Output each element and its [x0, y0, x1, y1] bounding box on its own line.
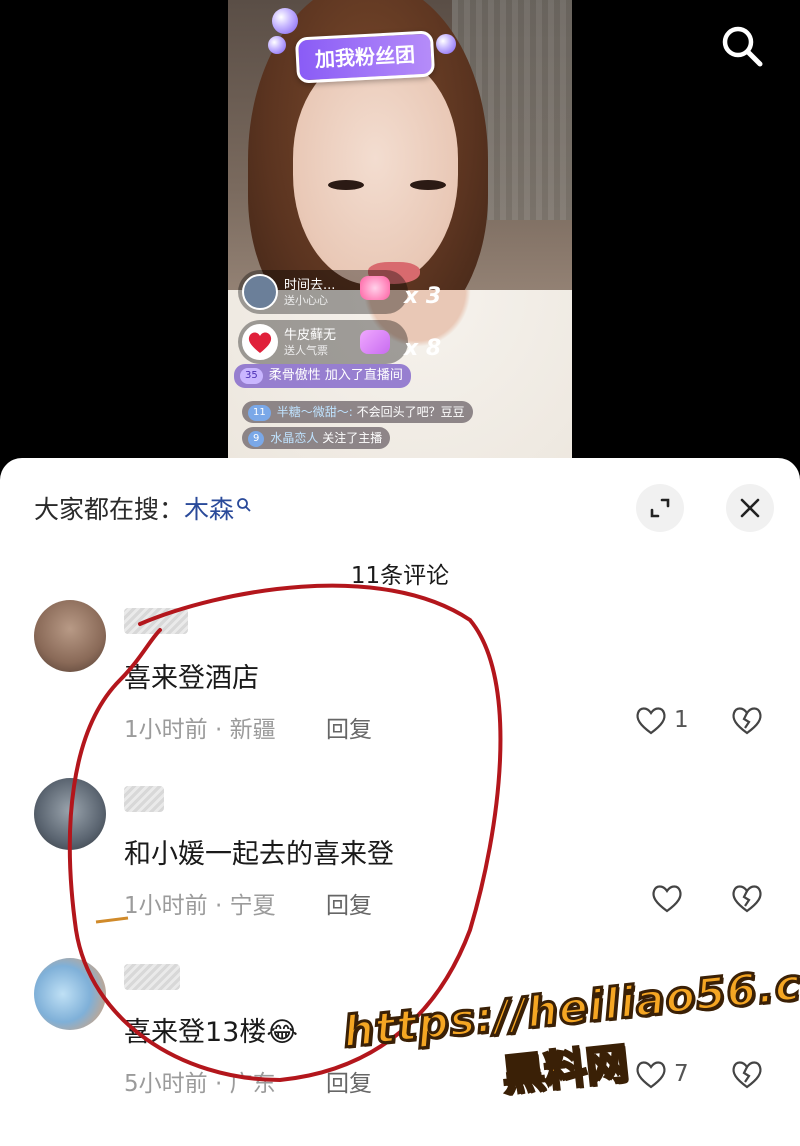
comment-text: 喜来登酒店: [124, 663, 259, 694]
chat-text: 关注了主播: [322, 431, 383, 445]
broken-heart-icon: [732, 1061, 762, 1089]
chat-text: 不会回头了吧？豆豆: [356, 405, 465, 419]
live-video-area[interactable]: 加我粉丝团 时间去... 送小心心 x 3 牛皮藓无 送人气票 x 8 35 柔骨…: [0, 0, 800, 470]
close-icon: [740, 498, 760, 518]
disco-ball-icon: [268, 36, 286, 54]
like-button[interactable]: 7: [634, 1058, 689, 1094]
expand-icon: [650, 498, 670, 518]
gift-action: 送人气票: [284, 344, 328, 357]
username-blurred[interactable]: [124, 608, 188, 634]
comment-meta: 1小时前 · 宁夏: [124, 893, 276, 919]
ticket-gift-icon: [360, 330, 390, 354]
like-count: 7: [674, 1061, 689, 1087]
reply-button[interactable]: 回复: [326, 886, 372, 920]
comment-meta: 5小时前 · 广东: [124, 1071, 276, 1097]
level-badge: 35: [240, 367, 263, 384]
avatar[interactable]: [34, 958, 106, 1030]
level-badge: 11: [248, 404, 271, 421]
heart-avatar-icon: [242, 324, 278, 360]
gift-count: x 8: [404, 336, 442, 361]
comment-panel-header: 大家都在搜：木森: [0, 458, 800, 558]
comment-item: 喜来登酒店 1小时前 · 新疆 回复 1: [0, 600, 800, 770]
heart-gift-icon: [360, 276, 390, 300]
chat-user-name: 半糖～微甜～:: [276, 405, 353, 419]
trending-search-hint[interactable]: 大家都在搜：木森: [34, 490, 252, 526]
expand-button[interactable]: [636, 484, 684, 532]
join-fan-club-button[interactable]: 加我粉丝团: [294, 30, 436, 84]
gift-sender-name: 时间去...: [284, 278, 336, 293]
level-badge: 9: [248, 430, 265, 447]
username-blurred[interactable]: [124, 964, 180, 990]
comment-item: 和小媛一起去的喜来登 1小时前 · 宁夏 回复: [0, 778, 800, 948]
chat-message: 11 半糖～微甜～: 不会回头了吧？豆豆: [242, 401, 473, 423]
search-icon: [236, 490, 252, 519]
reply-button[interactable]: 回复: [326, 710, 372, 744]
disco-ball-icon: [272, 8, 298, 34]
avatar: [242, 274, 278, 310]
avatar[interactable]: [34, 600, 106, 672]
dislike-button[interactable]: [730, 882, 764, 918]
dislike-button[interactable]: [730, 1058, 764, 1094]
close-button[interactable]: [726, 484, 774, 532]
chat-message: 9 水晶恋人 关注了主播: [242, 427, 391, 449]
search-icon[interactable]: [718, 22, 766, 70]
gift-action: 送小心心: [284, 294, 328, 307]
heart-icon: [636, 1061, 666, 1089]
like-button[interactable]: 1: [634, 704, 689, 740]
streamer-left-eye: [328, 180, 364, 190]
broken-heart-icon: [732, 885, 762, 913]
comment-text: 和小媛一起去的喜来登: [124, 839, 394, 870]
reply-button[interactable]: 回复: [326, 1064, 372, 1098]
gift-sender-name: 牛皮藓无: [284, 328, 337, 343]
trending-search-label: 大家都在搜：: [34, 495, 185, 524]
dislike-button[interactable]: [730, 704, 764, 740]
user-joined-message: 35 柔骨傲性 加入了直播间: [234, 364, 411, 388]
username-blurred[interactable]: [124, 786, 164, 812]
comment-text: 喜来登13楼😂: [124, 1017, 298, 1048]
streamer-face: [293, 55, 458, 285]
joined-user-name: 柔骨傲性: [268, 368, 321, 383]
heart-icon: [652, 885, 682, 913]
gift-count: x 3: [404, 284, 442, 309]
disco-ball-icon: [436, 34, 456, 54]
joined-text: 加入了直播间: [324, 368, 403, 383]
comment-count: 11条评论: [350, 563, 450, 589]
streamer-right-eye: [410, 180, 446, 190]
trending-search-keyword[interactable]: 木森: [184, 495, 234, 524]
like-count: 1: [674, 707, 689, 733]
avatar[interactable]: [34, 778, 106, 850]
like-button[interactable]: [650, 882, 690, 918]
heart-icon: [636, 707, 666, 735]
chat-user-name: 水晶恋人: [270, 431, 319, 445]
comment-meta: 1小时前 · 新疆: [124, 717, 276, 743]
broken-heart-icon: [732, 707, 762, 735]
